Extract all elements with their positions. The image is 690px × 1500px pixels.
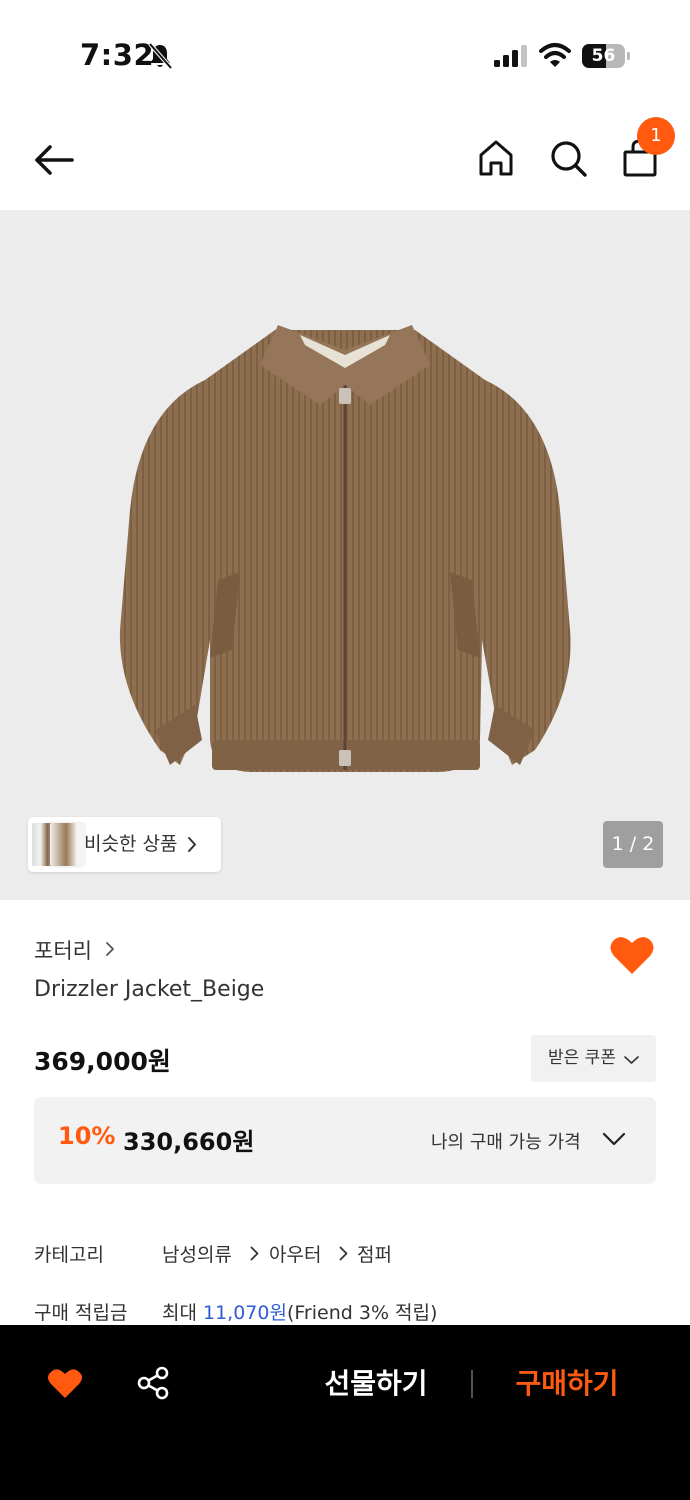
points-value: 최대 11,070원(Friend 3% 적립): [162, 1298, 437, 1325]
gift-button[interactable]: 선물하기: [312, 1363, 440, 1405]
heart-icon[interactable]: [47, 1367, 83, 1400]
buy-button[interactable]: 구매하기: [503, 1363, 631, 1405]
similar-products-label: 비슷한 상품: [84, 833, 178, 855]
battery-level: 56: [591, 46, 616, 66]
battery-icon: 56: [582, 44, 630, 68]
cart-count-badge: 1: [637, 117, 675, 155]
chevron-right-icon: [250, 1246, 259, 1261]
product-photo: [119, 325, 571, 772]
bell-off-icon: [148, 42, 173, 70]
category-link[interactable]: 아우터: [269, 1240, 321, 1267]
image-page-indicator: 1 / 2: [603, 821, 663, 868]
product-name: Drizzler Jacket_Beige: [34, 977, 265, 1002]
chevron-right-icon[interactable]: [105, 941, 115, 957]
points-suffix: (Friend 3% 적립): [286, 1302, 438, 1324]
back-arrow-icon[interactable]: [32, 138, 76, 182]
heart-icon[interactable]: [609, 934, 655, 976]
my-price-label: 나의 구매 가능 가격: [431, 1132, 581, 1153]
chevron-down-icon: [624, 1056, 639, 1064]
coupon-label: 받은 쿠폰: [548, 1048, 616, 1068]
points-prefix: 최대: [162, 1302, 203, 1324]
my-price-panel[interactable]: 10% 330,660원 나의 구매 가능 가격: [34, 1097, 656, 1184]
category-label: 카테고리: [34, 1244, 104, 1266]
status-bar: 7:32 56: [0, 0, 690, 110]
bottom-action-bar: 선물하기 구매하기: [0, 1325, 690, 1500]
product-price: 369,000원: [34, 1047, 171, 1076]
category-link[interactable]: 점퍼: [357, 1240, 392, 1267]
divider: [471, 1370, 473, 1398]
status-time: 7:32: [80, 38, 155, 72]
brand-link[interactable]: 포터리: [34, 935, 92, 965]
similar-product-thumbnail: [50, 823, 86, 866]
signal-icon: [494, 45, 527, 67]
discount-price: 330,660원: [123, 1128, 255, 1156]
points-label: 구매 적립금: [34, 1302, 128, 1324]
home-icon[interactable]: [475, 137, 517, 179]
top-nav: 1: [0, 110, 690, 210]
received-coupon-button[interactable]: 받은 쿠폰: [531, 1035, 656, 1082]
wifi-icon: [539, 43, 571, 67]
discount-rate: 10%: [58, 1122, 116, 1150]
share-icon[interactable]: [136, 1366, 170, 1400]
product-image-gallery[interactable]: 비슷한 상품 1 / 2: [0, 210, 690, 900]
similar-products-button[interactable]: 비슷한 상품: [28, 817, 221, 872]
points-amount: 11,070원: [203, 1302, 287, 1324]
chevron-right-icon: [339, 1246, 348, 1261]
search-icon[interactable]: [547, 137, 589, 179]
category-link[interactable]: 남성의류: [162, 1240, 232, 1267]
chevron-right-icon: [188, 837, 196, 852]
chevron-down-icon[interactable]: [602, 1132, 626, 1146]
